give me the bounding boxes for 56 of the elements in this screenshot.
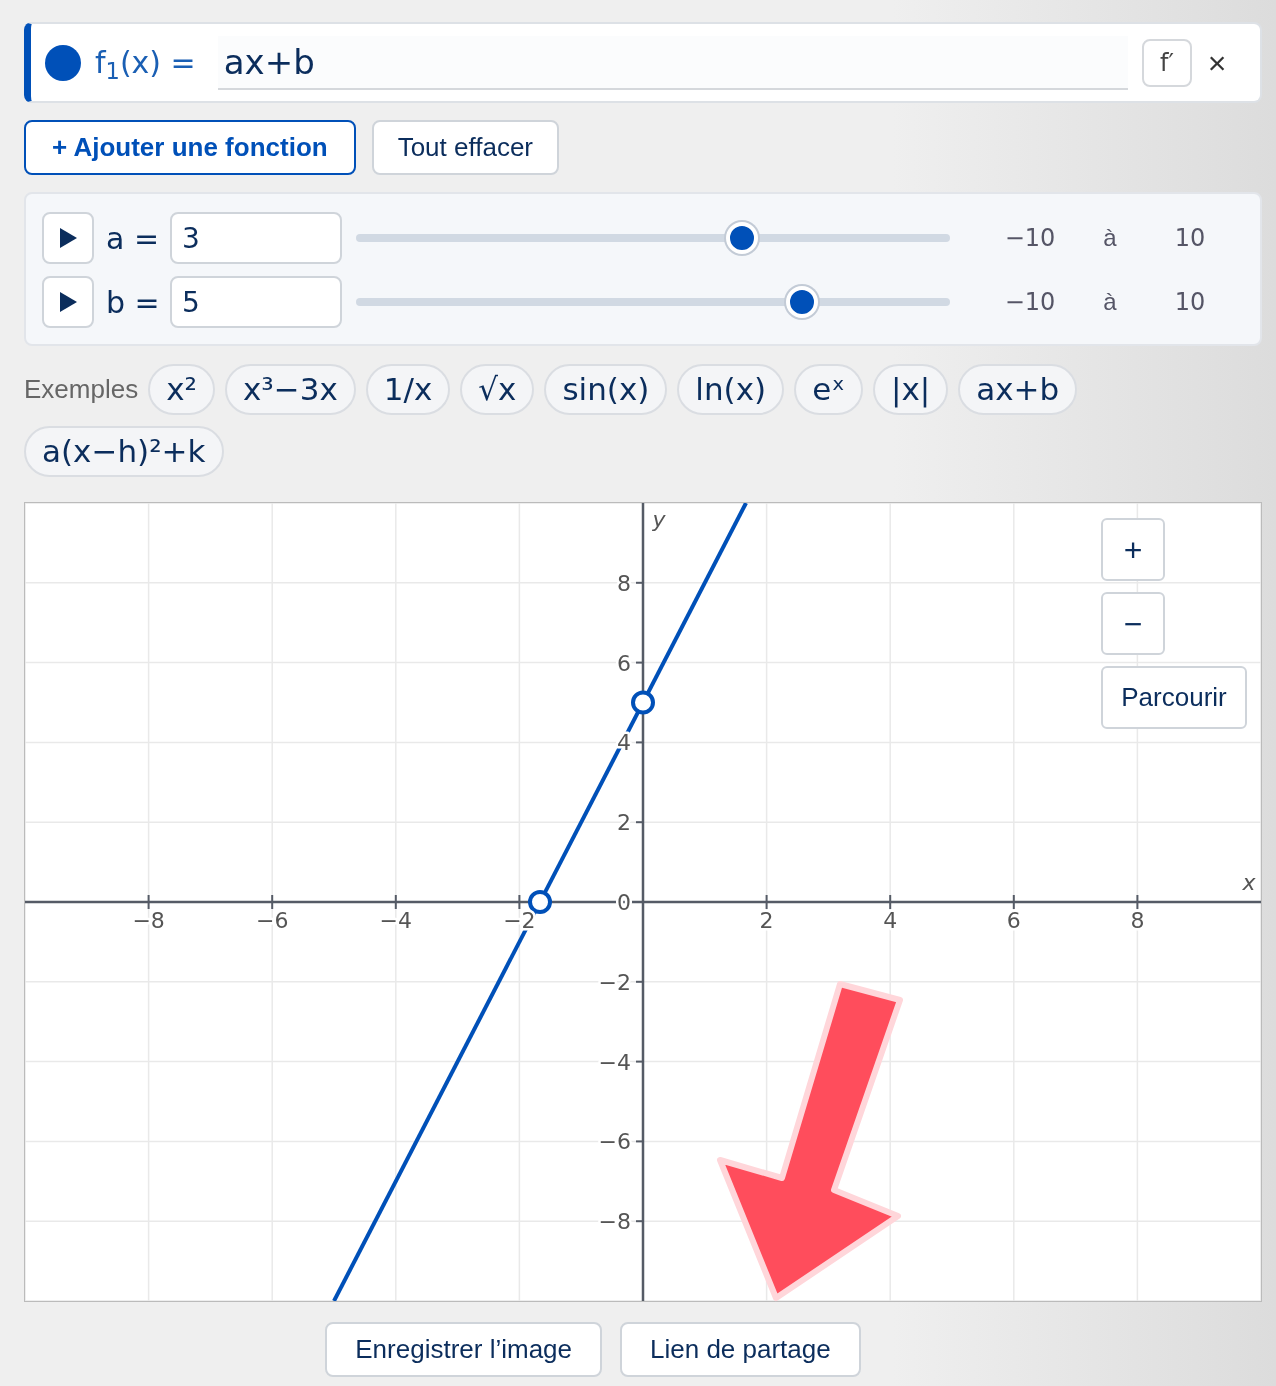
tick-label: 8 <box>617 570 631 596</box>
example-chip[interactable]: |x| <box>873 364 949 415</box>
tick-label: 6 <box>1006 908 1021 933</box>
example-chip[interactable]: a(x−h)²+k <box>24 426 224 477</box>
range-max: 10 <box>1173 287 1207 318</box>
axis-label: x <box>1242 870 1256 895</box>
range-max: 10 <box>1173 223 1207 254</box>
close-button[interactable]: × <box>1192 37 1242 88</box>
axis-label: y <box>652 507 666 532</box>
point-marker[interactable] <box>631 690 655 715</box>
tick-label: −6 <box>256 908 289 933</box>
range-separator: à <box>1102 287 1118 317</box>
slider-thumb[interactable] <box>726 222 759 254</box>
example-chip[interactable]: sin(x) <box>544 364 668 415</box>
tick-label: 8 <box>1130 908 1145 933</box>
play-icon <box>58 291 78 313</box>
tick-label: 2 <box>759 908 774 933</box>
example-chip[interactable]: √x <box>460 364 535 415</box>
tick-label: −6 <box>598 1129 631 1155</box>
expression-field[interactable]: ax+b <box>217 35 1128 90</box>
slider-thumb[interactable] <box>785 286 818 318</box>
add-function-button[interactable]: + Ajouter une fonction <box>24 120 356 175</box>
example-chip[interactable]: x³−3x <box>224 364 356 415</box>
tick-label: −4 <box>379 908 412 933</box>
play-button[interactable] <box>42 276 94 328</box>
range-min: −10 <box>1003 223 1057 254</box>
share-link-button[interactable]: Lien de partage <box>620 1322 861 1377</box>
example-chip[interactable]: ax+b <box>958 364 1078 415</box>
tick-label: −2 <box>598 969 631 995</box>
example-chip[interactable]: ln(x) <box>677 364 785 415</box>
parameter-field[interactable]: 3 <box>170 212 342 264</box>
clear-all-button[interactable]: Tout effacer <box>371 120 560 175</box>
tick-label: 6 <box>617 650 631 676</box>
zoom-out-button[interactable]: − <box>1101 592 1165 655</box>
example-chip[interactable]: eˣ <box>794 364 863 415</box>
browse-button[interactable]: Parcourir <box>1101 666 1247 729</box>
example-chip[interactable]: x² <box>148 364 215 415</box>
parameter-label: a = <box>105 219 161 258</box>
derivative-button[interactable]: f′ <box>1142 38 1192 87</box>
example-chip[interactable]: 1/x <box>365 364 451 415</box>
function-label: f$_{1}$(x) = <box>95 44 196 85</box>
tick-label: 4 <box>883 908 898 933</box>
save-image-button[interactable]: Enregistrer l’image <box>325 1322 602 1377</box>
tick-label: −8 <box>132 908 165 933</box>
examples-label: Exemples <box>24 373 139 406</box>
zoom-in-button[interactable]: + <box>1101 518 1165 581</box>
parameter-label: b = <box>105 283 161 322</box>
tick-label: −8 <box>598 1209 631 1235</box>
point-marker[interactable] <box>528 890 552 914</box>
play-button[interactable] <box>42 212 94 264</box>
tick-label: 2 <box>617 810 631 836</box>
range-separator: à <box>1102 223 1118 253</box>
range-min: −10 <box>1003 287 1057 318</box>
parameter-field[interactable]: 5 <box>170 276 342 328</box>
tick-label: −4 <box>598 1049 631 1075</box>
play-icon <box>58 227 78 249</box>
